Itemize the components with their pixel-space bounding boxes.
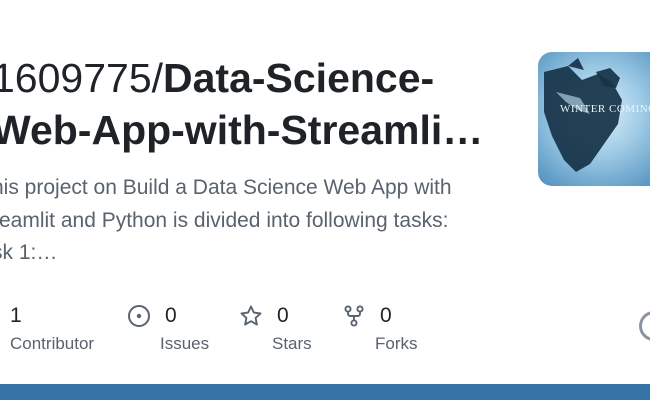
language-color-bar — [0, 384, 650, 400]
repo-title-line-1: 1609775/Data-Science- — [0, 52, 492, 104]
repo-owner: 1609775/ — [0, 55, 164, 101]
repo-description-line-1: his project on Build a Data Science Web … — [0, 176, 452, 199]
stat-stars-value: 0 — [277, 304, 289, 327]
stat-forks-label: Forks — [375, 334, 418, 353]
repo-title[interactable]: 1609775/Data-Science- Web-App-with-Strea… — [0, 52, 492, 156]
stat-contributors-row: 1 — [10, 300, 94, 332]
stat-issues-label: Issues — [160, 334, 210, 353]
stat-stars-row: 0 — [239, 300, 312, 332]
repo-name-part-1: Data-Science- — [163, 55, 435, 101]
stat-contributors-label: Contributor — [10, 334, 95, 353]
stat-issues[interactable]: 0 Issues — [127, 300, 209, 354]
stat-contributors-value: 1 — [10, 304, 22, 327]
repo-social-card: 1609775/Data-Science- Web-App-with-Strea… — [0, 0, 650, 384]
stat-forks-row: 0 — [342, 300, 418, 332]
repo-name-part-2: Web-App-with-Streamli… — [0, 107, 484, 153]
repo-description-line-2: reamlit and Python is divided into follo… — [0, 208, 449, 232]
repo-description-line-3: sk 1:… — [0, 241, 58, 264]
stat-stars[interactable]: 0 Stars — [239, 300, 312, 354]
stat-issues-value: 0 — [165, 304, 177, 327]
repo-forked-icon — [342, 304, 366, 328]
repo-stats: 1 Contributor 0 Issues 0 Stars 0 Forks — [0, 300, 650, 360]
stat-issues-row: 0 — [127, 300, 209, 332]
owner-avatar[interactable]: WINTER COMING — [538, 52, 650, 186]
star-icon — [239, 304, 263, 328]
repo-description: his project on Build a Data Science Web … — [0, 172, 502, 270]
avatar-text: WINTER COMING — [560, 103, 650, 115]
stat-contributors[interactable]: 1 Contributor — [10, 300, 94, 354]
direwolf-sigil-icon: WINTER COMING — [538, 52, 650, 186]
stat-forks[interactable]: 0 Forks — [342, 300, 418, 354]
issue-opened-icon — [127, 304, 151, 328]
stat-forks-value: 0 — [380, 304, 392, 327]
stat-stars-label: Stars — [272, 334, 312, 353]
